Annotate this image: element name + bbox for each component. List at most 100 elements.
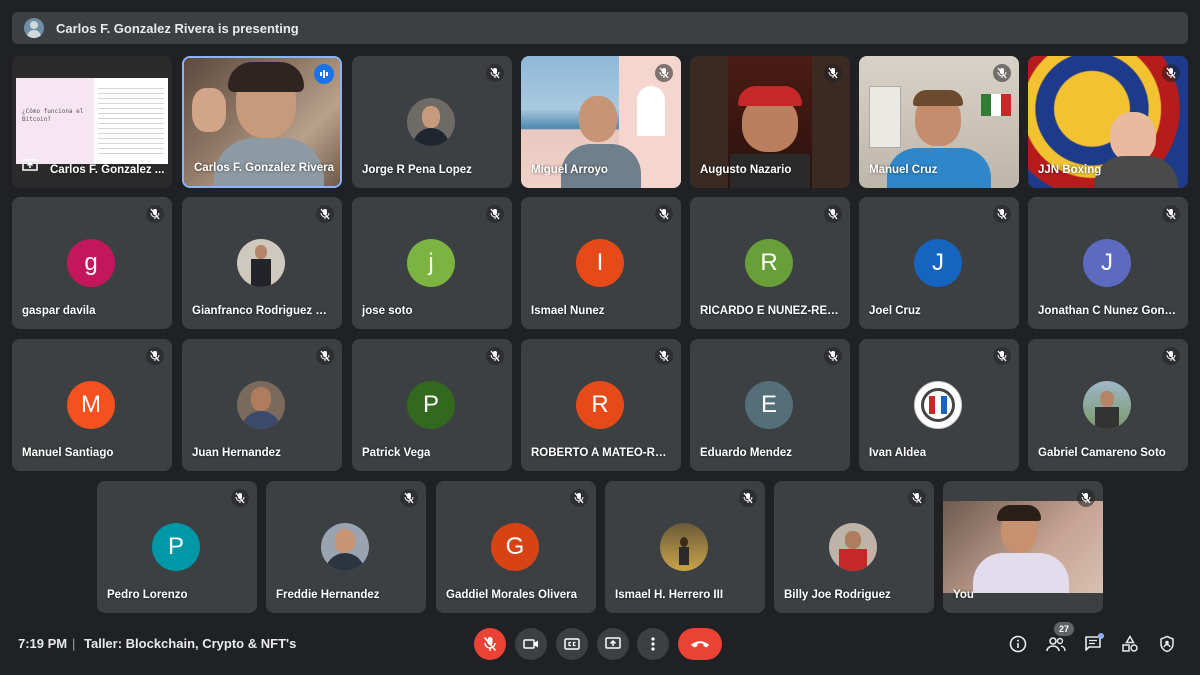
participant-name: Patrick Vega — [362, 447, 431, 459]
mic-toggle-button[interactable] — [474, 628, 506, 660]
participant-tile[interactable]: P Pedro Lorenzo — [97, 481, 257, 613]
participant-tile[interactable]: JJN Boxing — [1028, 56, 1188, 188]
participant-name: Freddie Hernandez — [276, 589, 380, 601]
avatar: E — [745, 381, 793, 429]
participant-name: Juan Hernandez — [192, 447, 281, 459]
people-count-badge: 27 — [1054, 622, 1074, 636]
participant-tile[interactable]: I Ismael Nunez — [521, 197, 681, 329]
mic-off-icon — [231, 489, 249, 507]
leave-call-button[interactable] — [678, 628, 722, 660]
participant-tile[interactable]: R ROBERTO A MATEO-REYES — [521, 339, 681, 471]
participant-tile[interactable]: J Joel Cruz — [859, 197, 1019, 329]
participant-tile[interactable]: J Jonathan C Nunez Gonza... — [1028, 197, 1188, 329]
meeting-title: Taller: Blockchain, Crypto & NFT's — [84, 636, 297, 651]
participant-name: Jonathan C Nunez Gonza... — [1038, 305, 1178, 317]
avatar — [660, 523, 708, 571]
mic-off-icon — [486, 64, 504, 82]
camera-toggle-button[interactable] — [515, 628, 547, 660]
participant-tile[interactable]: Billy Joe Rodriguez — [774, 481, 934, 613]
captions-button[interactable] — [556, 628, 588, 660]
participant-name: Billy Joe Rodriguez — [784, 589, 891, 601]
meeting-info-button[interactable] — [1006, 632, 1030, 656]
participant-name: You — [953, 589, 974, 601]
participant-name: Gaddiel Morales Olivera — [446, 589, 578, 601]
clock: 7:19 PM — [18, 636, 68, 651]
participant-name: Augusto Nazario — [700, 164, 792, 176]
avatar: P — [407, 381, 455, 429]
participant-tile[interactable]: Manuel Cruz — [859, 56, 1019, 188]
participant-name: gaspar davila — [22, 305, 96, 317]
participant-tile[interactable]: Ismael H. Herrero III — [605, 481, 765, 613]
participant-name: ROBERTO A MATEO-REYES — [531, 447, 671, 459]
avatar — [914, 381, 962, 429]
chat-button[interactable] — [1081, 632, 1105, 656]
present-screen-icon — [22, 159, 38, 178]
presenter-avatar-icon — [24, 18, 44, 38]
avatar — [237, 239, 285, 287]
presentation-tile[interactable]: ¿Cómo funciona el Bitcoin? Carlos F. Gon… — [12, 56, 172, 188]
info-icon — [1009, 635, 1027, 653]
participant-tile[interactable]: Juan Hernandez — [182, 339, 342, 471]
mic-off-icon — [483, 636, 497, 652]
participant-tile[interactable]: Augusto Nazario — [690, 56, 850, 188]
hangup-icon — [691, 641, 709, 648]
participant-tile[interactable]: Gabriel Camareno Soto — [1028, 339, 1188, 471]
people-icon — [1046, 637, 1066, 652]
avatar — [829, 523, 877, 571]
participant-name: Jorge R Pena Lopez — [362, 164, 472, 176]
participant-tile[interactable]: j jose soto — [352, 197, 512, 329]
participant-tile[interactable]: E Eduardo Mendez — [690, 339, 850, 471]
avatar: j — [407, 239, 455, 287]
camera-icon — [523, 639, 538, 649]
participant-tile[interactable]: P Patrick Vega — [352, 339, 512, 471]
more-options-button[interactable] — [637, 628, 669, 660]
avatar — [237, 381, 285, 429]
activities-button[interactable] — [1118, 632, 1142, 656]
mic-off-icon — [1162, 64, 1180, 82]
activities-icon — [1122, 635, 1138, 652]
bottom-toolbar: 7:19 PM | Taller: Blockchain, Crypto & N… — [0, 620, 1200, 675]
mic-off-icon — [993, 205, 1011, 223]
mic-off-icon — [1077, 489, 1095, 507]
participant-name: Manuel Santiago — [22, 447, 114, 459]
separator: | — [72, 636, 76, 651]
participant-name: Gianfranco Rodriguez To... — [192, 305, 332, 317]
mic-off-icon — [993, 347, 1011, 365]
participant-tile[interactable]: g gaspar davila — [12, 197, 172, 329]
mic-off-icon — [486, 347, 504, 365]
participant-name: Eduardo Mendez — [700, 447, 793, 459]
mic-off-icon — [146, 205, 164, 223]
avatar — [407, 98, 455, 146]
participant-name: Carlos F. Gonzalez Rivera — [194, 162, 334, 174]
mic-off-icon — [486, 205, 504, 223]
present-now-button[interactable] — [597, 628, 629, 660]
participant-tile[interactable]: Jorge R Pena Lopez — [352, 56, 512, 188]
participant-tile[interactable]: R RICARDO E NUNEZ-REYES — [690, 197, 850, 329]
avatar — [1083, 381, 1131, 429]
more-icon — [651, 637, 655, 651]
avatar: P — [152, 523, 200, 571]
avatar: R — [576, 381, 624, 429]
participant-tile[interactable]: Carlos F. Gonzalez Rivera — [182, 56, 342, 188]
avatar: G — [491, 523, 539, 571]
self-view-tile[interactable]: You — [943, 481, 1103, 613]
notification-dot — [1098, 633, 1104, 639]
participant-tile[interactable]: Freddie Hernandez — [266, 481, 426, 613]
slide-title: ¿Cómo funciona el Bitcoin? — [22, 108, 84, 123]
mic-off-icon — [655, 205, 673, 223]
mic-off-icon — [570, 489, 588, 507]
participant-tile[interactable]: Miguel Arroyo — [521, 56, 681, 188]
participant-name: Carlos F. Gonzalez ... — [50, 164, 165, 176]
participant-tile[interactable]: Gianfranco Rodriguez To... — [182, 197, 342, 329]
mic-off-icon — [1162, 347, 1180, 365]
participant-name: Ivan Aldea — [869, 447, 927, 459]
participant-name: Ismael Nunez — [531, 305, 605, 317]
participant-tile[interactable]: M Manuel Santiago — [12, 339, 172, 471]
avatar: M — [67, 381, 115, 429]
participant-tile[interactable]: Ivan Aldea — [859, 339, 1019, 471]
present-icon — [605, 637, 621, 649]
host-controls-button[interactable] — [1155, 632, 1179, 656]
participant-tile[interactable]: G Gaddiel Morales Olivera — [436, 481, 596, 613]
participant-name: JJN Boxing — [1038, 164, 1102, 176]
speaking-icon — [314, 64, 334, 84]
